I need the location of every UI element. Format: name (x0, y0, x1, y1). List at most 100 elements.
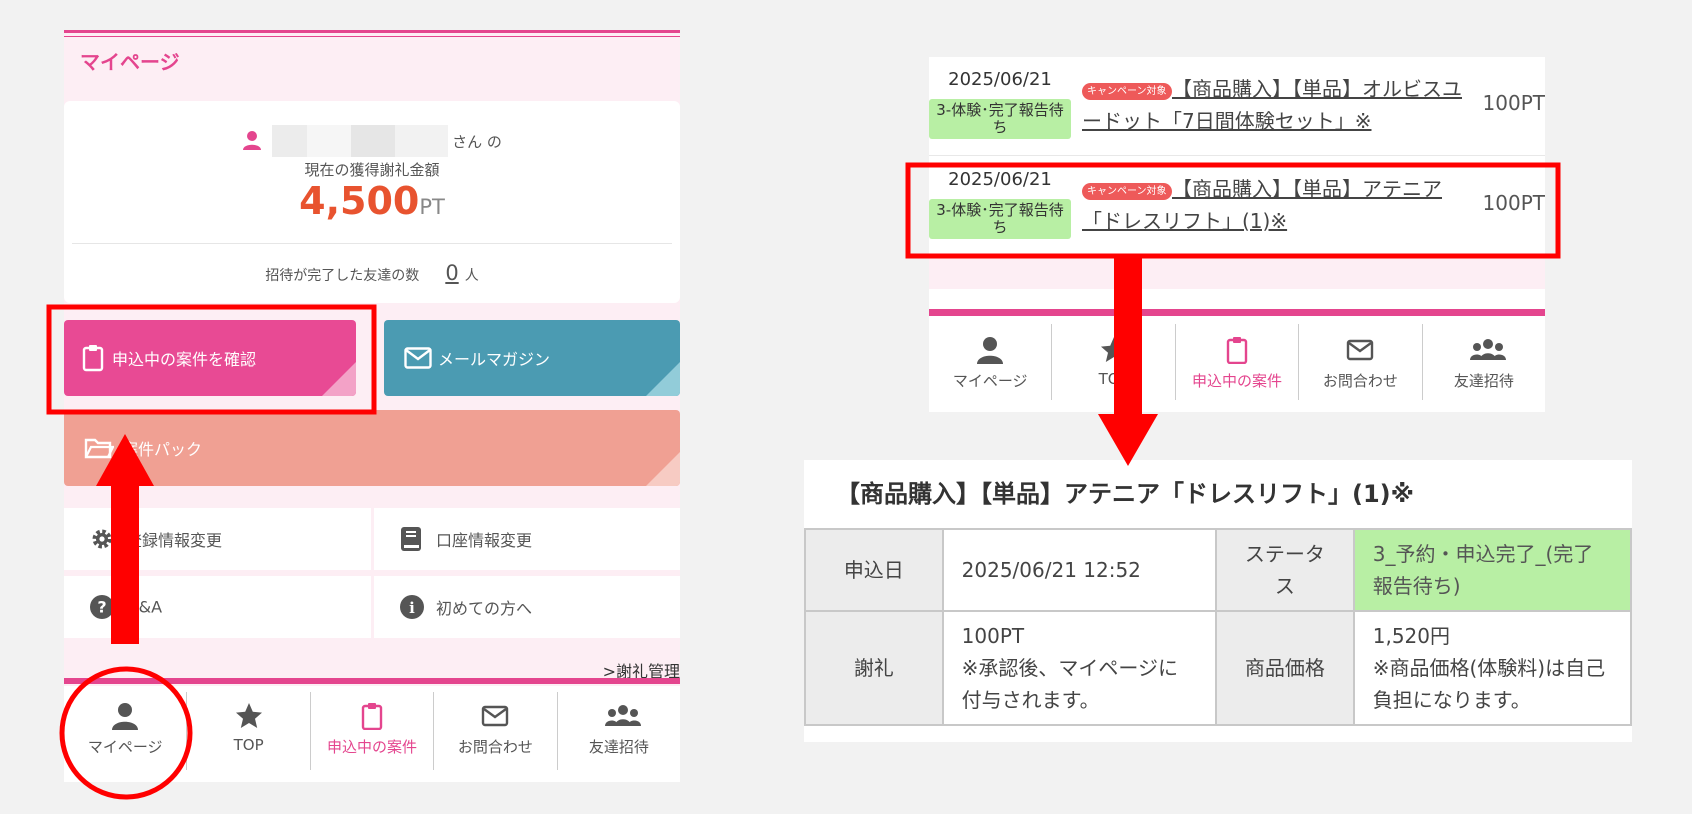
star-icon (235, 702, 263, 730)
status-badge: 3-体験･完了報告待ち (929, 99, 1071, 139)
users-icon (1469, 336, 1506, 364)
info-icon: i (400, 595, 424, 619)
applications-panel: 2025/06/21 3-体験･完了報告待ち 【商品購入】【単品】オルビスユード… (929, 57, 1545, 412)
page-title: マイページ (80, 50, 180, 74)
clipboard-icon (358, 702, 386, 730)
price-note: ※商品価格(体験料)は自己負担になります。 (1372, 656, 1606, 712)
nav-applying-label: 申込中の案件 (327, 738, 418, 756)
header-rule-thin (64, 36, 680, 37)
book-icon (400, 526, 422, 552)
reward-cell: 100PT ※承認後、マイページに付与されます。 (941, 610, 1218, 726)
header-rule (64, 30, 680, 33)
detail-table: 申込日 2025/06/21 12:52 ステータス 3_予約・申込完了_(完了… (804, 528, 1633, 726)
user-icon (242, 130, 262, 150)
list-item[interactable]: 2025/06/21 3-体験･完了報告待ち 【商品購入】【単品】アテニア「ドレ… (929, 157, 1545, 253)
users-icon (604, 702, 641, 730)
mail-magazine-label: メールマガジン (438, 350, 551, 369)
reward-value: 100PT (961, 624, 1025, 648)
bottom-nav: マイページ TOP 申込中の案件 お問合わせ 友達招待 (64, 686, 680, 782)
nav-contact-label: お問合わせ (457, 738, 533, 756)
points-card: さん の 現在の獲得謝礼金額 4,500PT 招待が完了した友達の数 0 人 (64, 101, 680, 303)
nav-invite-label: 友達招待 (1453, 372, 1514, 390)
campaign-badge: キャンペーン対象 (1082, 183, 1172, 200)
person-icon (976, 336, 1004, 364)
envelope-icon (404, 347, 432, 369)
tile-corner (646, 362, 680, 396)
register-info-label: 登録情報変更 (126, 531, 223, 550)
account-info-link[interactable]: 口座情報変更 (374, 508, 680, 570)
nav-mypage-label: マイページ (952, 372, 1028, 390)
list-item[interactable]: 2025/06/21 3-体験･完了報告待ち 【商品購入】【単品】オルビスユード… (929, 57, 1545, 153)
nav-top-label: TOP (233, 736, 264, 754)
row-divider (929, 155, 1545, 156)
application-date: 2025/06/21 (948, 169, 1052, 190)
nav-top[interactable]: TOP (186, 692, 309, 770)
nav-top-rule (929, 309, 1545, 316)
star-icon (1100, 336, 1128, 364)
user-line: さん の (64, 125, 680, 157)
username-blurred (272, 125, 449, 157)
case-pack-label: 案件パック (122, 440, 203, 459)
nav-invite[interactable]: 友達招待 (556, 692, 680, 770)
reward-note: ※承認後、マイページに付与されます。 (961, 656, 1178, 712)
nav-top[interactable]: TOP (1051, 324, 1174, 400)
points-value: 4,500 (299, 179, 420, 223)
svg-text:?: ? (97, 598, 106, 617)
status-label: ステータス (1215, 528, 1355, 612)
gear-icon (90, 527, 114, 551)
nav-top-label: TOP (1098, 370, 1129, 388)
nav-top-rule (64, 678, 680, 684)
nav-contact[interactable]: お問合わせ (1298, 324, 1421, 400)
friends-count: 0 (445, 261, 459, 285)
question-icon: ? (90, 595, 114, 619)
divider (72, 243, 672, 244)
nav-mypage[interactable]: マイページ (64, 686, 186, 782)
bottom-nav: マイページ TOP 申込中の案件 お問合わせ 友達招待 (929, 320, 1545, 412)
points-unit: PT (419, 195, 445, 219)
user-suffix: さん の (452, 133, 502, 151)
application-points: 100PT (1482, 91, 1545, 115)
tile-corner (322, 362, 356, 396)
points-total: 4,500PT (64, 179, 680, 223)
qa-label: Q&A (126, 597, 163, 617)
nav-contact-label: お問合わせ (1322, 372, 1398, 390)
friends-label: 招待が完了した友達の数 (265, 268, 420, 284)
price-cell: 1,520円 ※商品価格(体験料)は自己負担になります。 (1352, 610, 1633, 726)
table-row: 謝礼 100PT ※承認後、マイページに付与されます。 商品価格 1,520円 … (804, 610, 1633, 726)
status-badge: 3-体験･完了報告待ち (929, 199, 1071, 239)
nav-applying[interactable]: 申込中の案件 (309, 692, 433, 770)
price-label: 商品価格 (1215, 610, 1355, 726)
mail-magazine-button[interactable]: メールマガジン (384, 320, 680, 396)
apply-date-value: 2025/06/21 12:52 (941, 528, 1218, 612)
svg-text:i: i (409, 599, 415, 617)
case-pack-button[interactable]: 案件パック (64, 410, 680, 486)
mypage-panel: マイページ さん の 現在の獲得謝礼金額 4,500PT 招待が完了した友達の数… (64, 30, 680, 782)
price-value: 1,520円 (1372, 624, 1451, 648)
list-footer (929, 257, 1545, 289)
detail-title: 【商品購入】【単品】アテニア「ドレスリフト」(1)※ (836, 480, 1414, 508)
check-applications-button[interactable]: 申込中の案件を確認 (64, 320, 356, 396)
campaign-badge: キャンペーン対象 (1082, 83, 1172, 100)
application-points: 100PT (1482, 191, 1545, 215)
nav-contact[interactable]: お問合わせ (433, 692, 556, 770)
application-detail: 【商品購入】【単品】アテニア「ドレスリフト」(1)※ 申込日 2025/06/2… (804, 460, 1633, 742)
envelope-icon (481, 702, 509, 730)
application-date: 2025/06/21 (948, 69, 1052, 90)
person-icon (111, 702, 139, 730)
nav-mypage-label: マイページ (87, 738, 163, 756)
earned-label: 現在の獲得謝礼金額 (304, 161, 440, 179)
clipboard-icon (82, 344, 104, 372)
nav-invite[interactable]: 友達招待 (1421, 324, 1545, 400)
reward-label: 謝礼 (804, 610, 944, 726)
clipboard-icon (1223, 336, 1251, 364)
nav-applying[interactable]: 申込中の案件 (1174, 324, 1298, 400)
qa-link[interactable]: ? Q&A (64, 576, 371, 638)
nav-applying-label: 申込中の案件 (1192, 372, 1283, 390)
envelope-icon (1346, 336, 1374, 364)
account-info-label: 口座情報変更 (436, 531, 533, 550)
first-time-link[interactable]: i 初めての方へ (374, 576, 680, 638)
nav-mypage[interactable]: マイページ (929, 320, 1051, 412)
check-applications-label: 申込中の案件を確認 (112, 350, 257, 369)
table-row: 申込日 2025/06/21 12:52 ステータス 3_予約・申込完了_(完了… (804, 528, 1633, 612)
register-info-link[interactable]: 登録情報変更 (64, 508, 371, 570)
